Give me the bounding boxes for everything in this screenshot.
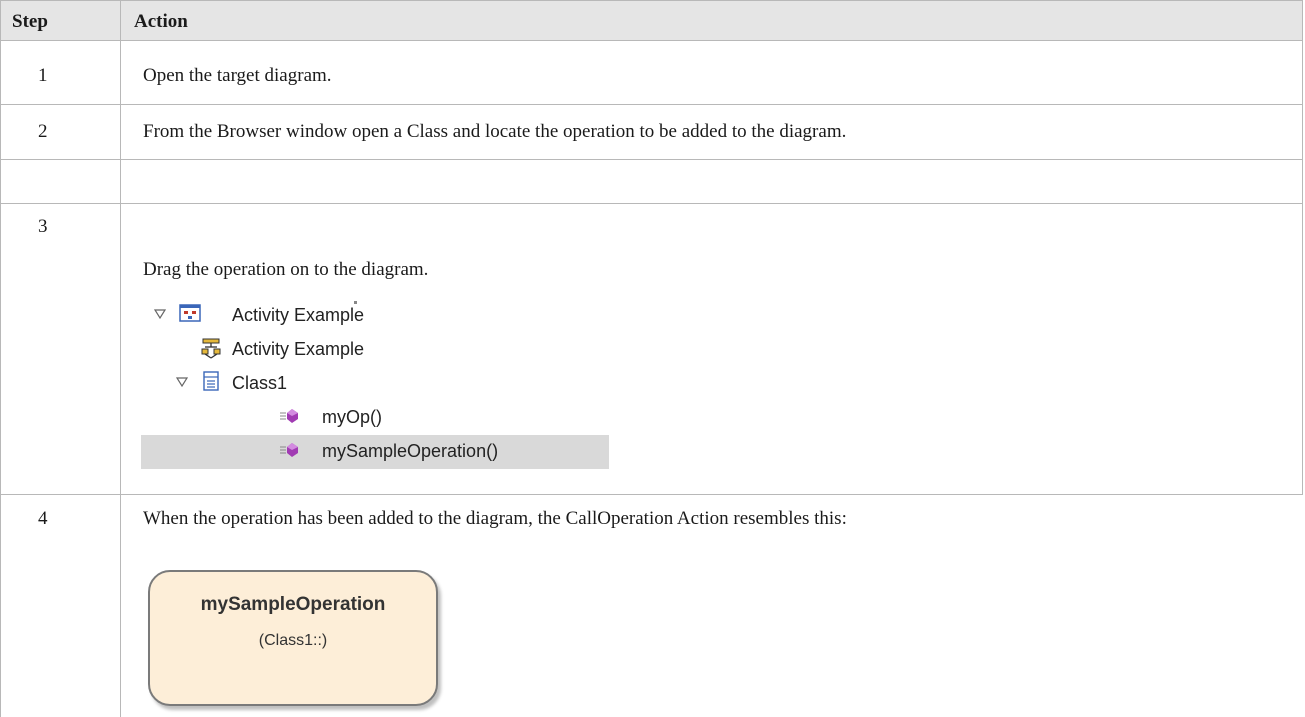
action-node-name: mySampleOperation (200, 594, 386, 615)
step-number: 1 (38, 65, 48, 86)
tree-item-label: myOp() (322, 407, 382, 427)
row-divider (0, 159, 1303, 160)
row-divider (0, 40, 1303, 41)
call-operation-action-node[interactable]: mySampleOperation (Class1::) (148, 570, 438, 706)
table-border-left (0, 0, 1, 717)
expanded-triangle-icon[interactable] (176, 377, 188, 387)
expanded-triangle-icon[interactable] (154, 309, 166, 319)
header-action: Action (134, 11, 188, 32)
class-icon (203, 371, 219, 391)
header-step: Step (12, 11, 48, 32)
row-divider (0, 203, 1303, 204)
tree-item-operation[interactable]: myOp() (141, 401, 609, 435)
step-action: When the operation has been added to the… (143, 508, 847, 529)
column-divider (120, 0, 121, 717)
table-header (0, 0, 1303, 40)
step-number: 4 (38, 508, 48, 529)
activity-diagram-icon (201, 338, 221, 359)
table-border-top (0, 0, 1303, 1)
tree-item-label: Class1 (232, 373, 288, 393)
tree-item-class[interactable]: Class1 (141, 367, 609, 401)
operation-icon (280, 443, 298, 457)
operation-icon (280, 409, 298, 423)
step-number: 3 (38, 216, 48, 237)
step-action: Drag the operation on to the diagram. (143, 259, 429, 280)
step-action: From the Browser window open a Class and… (143, 121, 847, 142)
table-border-right (1302, 0, 1303, 494)
package-diagram-icon (179, 304, 201, 322)
browser-tree: Activity Example Activity Example Class1 (141, 299, 609, 482)
tree-item-label: Activity Example (232, 339, 365, 359)
action-node-owner: (Class1::) (258, 632, 328, 649)
tree-item-package[interactable]: Activity Example (141, 299, 609, 333)
tree-item-label: mySampleOperation() (322, 441, 499, 461)
step-number: 2 (38, 121, 48, 142)
tree-item-operation-selected[interactable]: mySampleOperation() (141, 435, 609, 469)
row-divider (0, 494, 1303, 495)
tree-item-label: Activity Example (232, 305, 365, 325)
step-action: Open the target diagram. (143, 65, 332, 86)
tree-item-diagram[interactable]: Activity Example (141, 333, 609, 367)
row-divider (0, 104, 1303, 105)
